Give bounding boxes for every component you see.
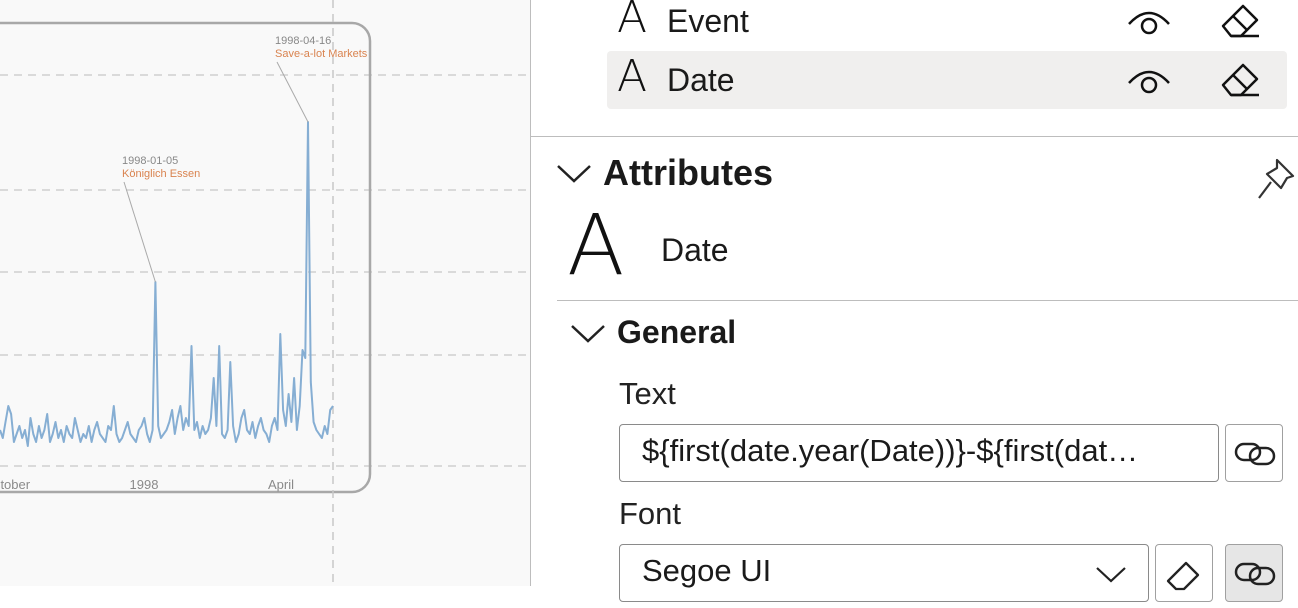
annotation-leader-line xyxy=(276,61,309,123)
section-divider xyxy=(531,136,1298,137)
bind-font-button[interactable] xyxy=(1225,544,1283,602)
eraser-icon xyxy=(1166,561,1200,591)
text-expression-value: ${first(date.year(Date))}-${first(dat… xyxy=(642,433,1139,468)
text-layer-icon: A xyxy=(617,51,648,102)
text-field-label: Text xyxy=(619,376,676,411)
eye-icon[interactable] xyxy=(1127,59,1171,99)
annotation-leader-line xyxy=(123,181,156,283)
x-axis-ticks: ctober 1998 April xyxy=(0,477,294,492)
link-icon xyxy=(1234,562,1276,586)
annotation-label: Königlich Essen xyxy=(122,168,200,180)
annotation-date: 1998-01-05 xyxy=(122,155,178,167)
element-name: Date xyxy=(661,232,729,268)
chart-canvas[interactable]: 1998-04-16 Save-a-lot Markets 1998-01-05 Kö… xyxy=(0,0,530,586)
layer-row-date[interactable]: A Date xyxy=(607,51,1287,109)
font-select-value: Segoe UI xyxy=(642,553,772,588)
text-layer-icon: A xyxy=(617,0,648,43)
attributes-title: Attributes xyxy=(603,152,773,193)
x-tick-label: April xyxy=(268,477,294,492)
chevron-down-icon[interactable] xyxy=(555,160,593,186)
reset-font-button[interactable] xyxy=(1155,544,1213,602)
text-expression-input[interactable]: ${first(date.year(Date))}-${first(dat… xyxy=(619,424,1219,482)
x-tick-label: 1998 xyxy=(130,477,159,492)
bind-text-button[interactable] xyxy=(1225,424,1283,482)
eraser-icon[interactable] xyxy=(1217,55,1265,103)
text-element-icon: A xyxy=(567,196,625,294)
font-field-label: Font xyxy=(619,496,682,531)
layer-row-event[interactable]: A Event xyxy=(607,0,1287,50)
layer-name: Date xyxy=(667,62,735,98)
grid-lines xyxy=(0,74,530,467)
annotation-date: 1998-04-16 xyxy=(275,35,331,47)
eye-icon[interactable] xyxy=(1127,0,1171,40)
attributes-divider xyxy=(557,300,1298,301)
properties-panel: A Event A Date Attributes A Date General… xyxy=(530,0,1298,602)
font-select[interactable]: Segoe UI xyxy=(619,544,1149,602)
chevron-down-icon xyxy=(1096,567,1126,583)
general-title: General xyxy=(617,314,737,350)
pin-icon[interactable] xyxy=(1255,154,1298,204)
chevron-down-icon[interactable] xyxy=(569,320,607,346)
line-chart[interactable]: 1998-04-16Save-a-lot Markets 1998-01-05Kö… xyxy=(0,0,530,586)
eraser-icon[interactable] xyxy=(1217,0,1265,44)
layer-name: Event xyxy=(667,3,749,39)
annotation-group: 1998-04-16Save-a-lot Markets 1998-01-05Kö… xyxy=(122,35,368,283)
annotation-label: Save-a-lot Markets xyxy=(275,48,368,60)
link-icon xyxy=(1234,442,1276,466)
x-tick-label: ctober xyxy=(0,477,31,492)
